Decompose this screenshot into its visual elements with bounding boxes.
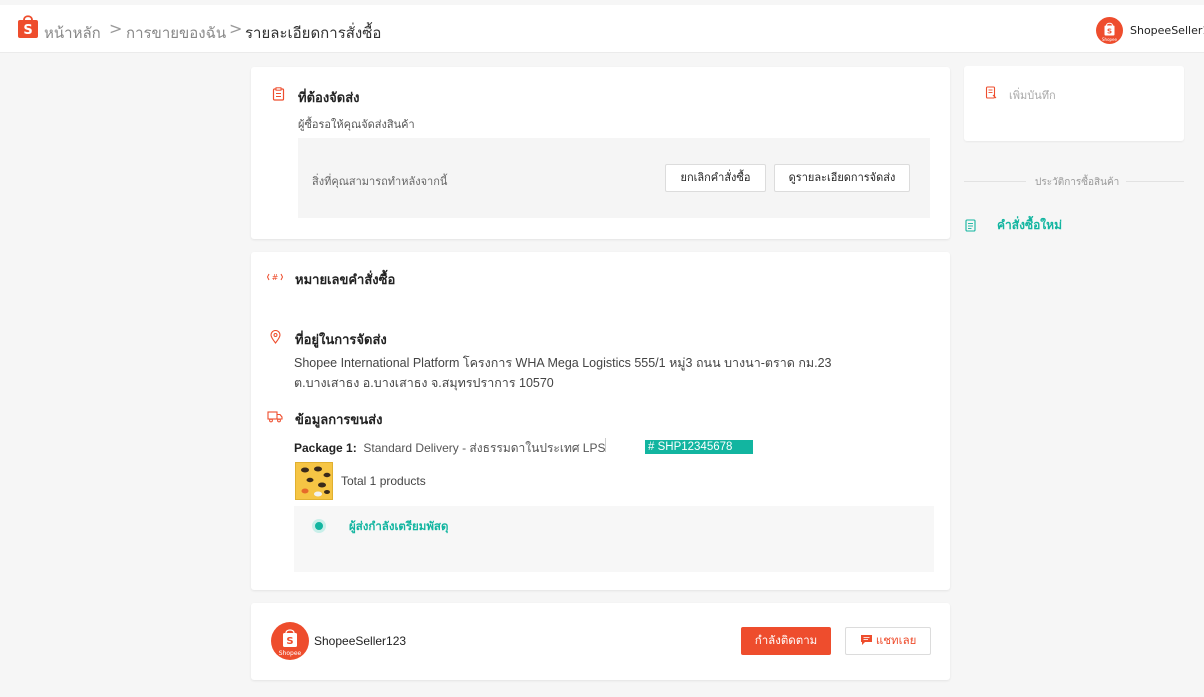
to-ship-card: ที่ต้องจัดส่ง ผู้ซื้อรอให้คุณจัดส่งสินค้… xyxy=(251,67,950,239)
address-line-2: ต.บางเสาธง อ.บางเสาธง จ.สมุทรปราการ 1057… xyxy=(294,376,554,390)
view-shipping-details-button[interactable]: ดูรายละเอียดการจัดส่ง xyxy=(774,164,910,192)
chat-now-label: แชทเลย xyxy=(875,635,917,647)
shipment-status-box: ผู้ส่งกำลังเตรียมพัสดุ xyxy=(294,506,934,572)
seller-logo[interactable]: S Shopee xyxy=(271,622,309,660)
following-button[interactable]: กำลังติดตาม xyxy=(741,627,831,655)
divider xyxy=(605,438,606,452)
package-delivery-type: Standard Delivery - ส่งธรรมดาในประเทศ LP… xyxy=(363,441,606,455)
chat-icon xyxy=(860,635,872,645)
location-pin-icon xyxy=(270,330,281,344)
seller-name[interactable]: ShopeeSeller123 xyxy=(1130,24,1204,37)
svg-text:Shopee: Shopee xyxy=(279,650,302,657)
note-icon xyxy=(985,86,997,99)
tracking-number[interactable]: # SHP12345678 xyxy=(645,440,753,454)
to-ship-title: ที่ต้องจัดส่ง xyxy=(298,91,360,106)
svg-text:#: # xyxy=(272,273,279,282)
package-number: Package 1: xyxy=(294,441,357,455)
add-note-card[interactable]: เพิ่มบันทึก xyxy=(964,66,1184,141)
seller-card-name[interactable]: ShopeeSeller123 xyxy=(314,634,406,648)
shipping-address-title: ที่อยู่ในการจัดส่ง xyxy=(295,333,387,348)
product-thumbnail[interactable] xyxy=(295,462,333,500)
chat-now-button[interactable]: แชทเลย xyxy=(845,627,931,655)
status-dot-icon xyxy=(312,519,326,533)
svg-text:S: S xyxy=(1107,28,1112,36)
top-bar: S หน้าหลัก > การขายของฉัน > รายละเอียดกา… xyxy=(0,5,1204,53)
breadcrumb-separator: > xyxy=(229,19,243,38)
logistics-info-title: ข้อมูลการขนส่ง xyxy=(295,413,383,428)
shopee-logo-icon[interactable]: S xyxy=(17,13,39,39)
next-actions-label: สิ่งที่คุณสามารถทำหลังจากนี้ xyxy=(312,175,448,188)
hashtag-icon: # xyxy=(267,273,283,282)
history-item-new-order[interactable]: คำสั่งซื้อใหม่ xyxy=(997,216,1062,235)
order-number-title: หมายเลขคำสั่งซื้อ xyxy=(295,273,396,288)
add-note-label[interactable]: เพิ่มบันทึก xyxy=(1009,86,1056,104)
breadcrumb-order-detail: รายละเอียดการสั่งซื้อ xyxy=(245,24,382,42)
divider xyxy=(1126,181,1184,182)
clipboard-icon xyxy=(272,87,285,101)
seller-avatar[interactable]: S Shopee xyxy=(1096,17,1123,44)
breadcrumb-home[interactable]: หน้าหลัก xyxy=(44,21,101,45)
svg-text:S: S xyxy=(286,636,293,647)
address-line-1: Shopee International Platform โครงการ WH… xyxy=(294,356,832,370)
shipment-status: ผู้ส่งกำลังเตรียมพัสดุ xyxy=(349,519,449,533)
document-icon xyxy=(965,219,976,232)
package-label: Package 1: Standard Delivery - ส่งธรรมดา… xyxy=(294,439,606,458)
cancel-order-button[interactable]: ยกเลิกคำสั่งซื้อ xyxy=(665,164,766,192)
next-actions-box: สิ่งที่คุณสามารถทำหลังจากนี้ ยกเลิกคำสั่… xyxy=(298,138,930,218)
truck-icon xyxy=(267,411,283,423)
svg-text:S: S xyxy=(23,23,32,38)
divider xyxy=(964,181,1026,182)
to-ship-subtitle: ผู้ซื้อรอให้คุณจัดส่งสินค้า xyxy=(298,118,415,131)
breadcrumb-separator: > xyxy=(109,19,123,38)
breadcrumb-my-sales[interactable]: การขายของฉัน xyxy=(126,21,226,45)
svg-text:Shopee: Shopee xyxy=(1102,37,1118,42)
purchase-history-label: ประวัติการซื้อสินค้า xyxy=(1035,177,1120,188)
seller-card: S Shopee ShopeeSeller123 กำลังติดตาม แชท… xyxy=(251,603,950,680)
total-products: Total 1 products xyxy=(341,474,426,488)
order-detail-card: # หมายเลขคำสั่งซื้อ ที่อยู่ในการจัดส่ง S… xyxy=(251,252,950,590)
